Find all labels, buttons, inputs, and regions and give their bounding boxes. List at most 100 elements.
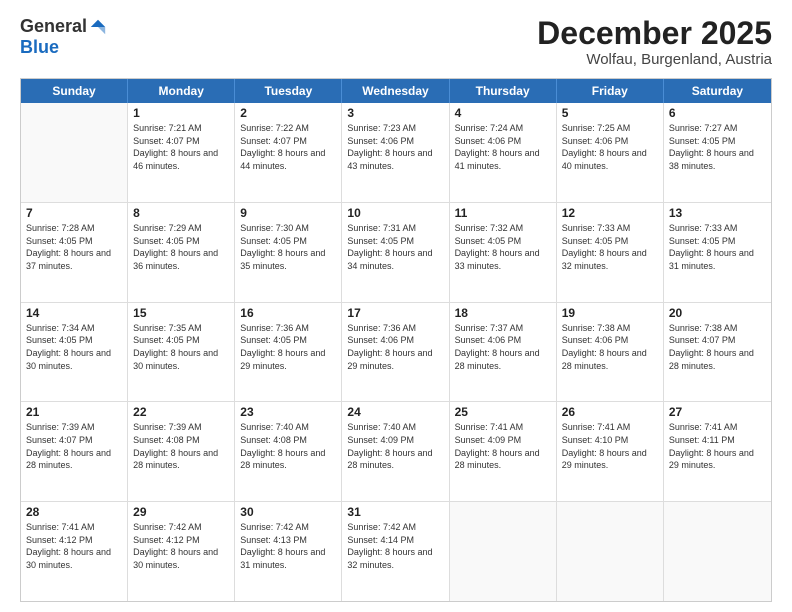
day-info: Sunrise: 7:31 AMSunset: 4:05 PMDaylight:… [347, 222, 443, 272]
calendar-cell: 5 Sunrise: 7:25 AMSunset: 4:06 PMDaylight… [557, 103, 664, 202]
main-container: General Blue December 2025 Wolfau, Burge… [0, 0, 792, 612]
day-number: 19 [562, 306, 658, 320]
calendar-cell [450, 502, 557, 601]
header-day-monday: Monday [128, 79, 235, 103]
day-number: 10 [347, 206, 443, 220]
calendar-row-3: 14 Sunrise: 7:34 AMSunset: 4:05 PMDayligh… [21, 303, 771, 403]
day-info: Sunrise: 7:32 AMSunset: 4:05 PMDaylight:… [455, 222, 551, 272]
day-number: 3 [347, 106, 443, 120]
day-number: 7 [26, 206, 122, 220]
day-info: Sunrise: 7:37 AMSunset: 4:06 PMDaylight:… [455, 322, 551, 372]
logo-icon [89, 18, 107, 36]
day-number: 12 [562, 206, 658, 220]
day-number: 14 [26, 306, 122, 320]
day-info: Sunrise: 7:30 AMSunset: 4:05 PMDaylight:… [240, 222, 336, 272]
calendar-cell: 24Sunrise: 7:40 AMSunset: 4:09 PMDayligh… [342, 402, 449, 501]
day-number: 23 [240, 405, 336, 419]
calendar-cell: 29 Sunrise: 7:42 AMSunset: 4:12 PMDayligh… [128, 502, 235, 601]
day-number: 25 [455, 405, 551, 419]
day-number: 20 [669, 306, 766, 320]
calendar-cell: 31Sunrise: 7:42 AMSunset: 4:14 PMDayligh… [342, 502, 449, 601]
calendar-header: SundayMondayTuesdayWednesdayThursdayFrid… [21, 79, 771, 103]
calendar-row-5: 28 Sunrise: 7:41 AMSunset: 4:12 PMDayligh… [21, 502, 771, 601]
calendar-cell: 23 Sunrise: 7:40 AMSunset: 4:08 PMDayligh… [235, 402, 342, 501]
day-number: 13 [669, 206, 766, 220]
day-info: Sunrise: 7:35 AMSunset: 4:05 PMDaylight:… [133, 322, 229, 372]
calendar-cell: 8 Sunrise: 7:29 AMSunset: 4:05 PMDaylight… [128, 203, 235, 302]
day-info: Sunrise: 7:38 AMSunset: 4:06 PMDaylight:… [562, 322, 658, 372]
calendar: SundayMondayTuesdayWednesdayThursdayFrid… [20, 78, 772, 602]
header-day-thursday: Thursday [450, 79, 557, 103]
calendar-cell: 3 Sunrise: 7:23 AMSunset: 4:06 PMDaylight… [342, 103, 449, 202]
day-info: Sunrise: 7:21 AMSunset: 4:07 PMDaylight:… [133, 122, 229, 172]
day-info: Sunrise: 7:38 AMSunset: 4:07 PMDaylight:… [669, 322, 766, 372]
day-number: 28 [26, 505, 122, 519]
calendar-cell: 19 Sunrise: 7:38 AMSunset: 4:06 PMDayligh… [557, 303, 664, 402]
logo: General Blue [20, 16, 107, 58]
calendar-cell: 1Sunrise: 7:21 AMSunset: 4:07 PMDaylight… [128, 103, 235, 202]
calendar-body: 1Sunrise: 7:21 AMSunset: 4:07 PMDaylight… [21, 103, 771, 601]
calendar-cell: 9Sunrise: 7:30 AMSunset: 4:05 PMDaylight… [235, 203, 342, 302]
day-info: Sunrise: 7:34 AMSunset: 4:05 PMDaylight:… [26, 322, 122, 372]
calendar-cell: 12 Sunrise: 7:33 AMSunset: 4:05 PMDayligh… [557, 203, 664, 302]
day-info: Sunrise: 7:22 AMSunset: 4:07 PMDaylight:… [240, 122, 336, 172]
header-day-tuesday: Tuesday [235, 79, 342, 103]
month-title: December 2025 [537, 16, 772, 51]
calendar-cell: 6 Sunrise: 7:27 AMSunset: 4:05 PMDaylight… [664, 103, 771, 202]
location: Wolfau, Burgenland, Austria [537, 51, 772, 68]
day-number: 17 [347, 306, 443, 320]
day-info: Sunrise: 7:39 AMSunset: 4:08 PMDaylight:… [133, 421, 229, 471]
day-number: 29 [133, 505, 229, 519]
day-number: 27 [669, 405, 766, 419]
calendar-row-2: 7 Sunrise: 7:28 AMSunset: 4:05 PMDaylight… [21, 203, 771, 303]
header-day-friday: Friday [557, 79, 664, 103]
day-info: Sunrise: 7:36 AMSunset: 4:06 PMDaylight:… [347, 322, 443, 372]
calendar-cell: 2 Sunrise: 7:22 AMSunset: 4:07 PMDaylight… [235, 103, 342, 202]
day-info: Sunrise: 7:33 AMSunset: 4:05 PMDaylight:… [669, 222, 766, 272]
day-info: Sunrise: 7:24 AMSunset: 4:06 PMDaylight:… [455, 122, 551, 172]
calendar-cell: 7 Sunrise: 7:28 AMSunset: 4:05 PMDaylight… [21, 203, 128, 302]
day-number: 8 [133, 206, 229, 220]
day-number: 26 [562, 405, 658, 419]
day-number: 30 [240, 505, 336, 519]
calendar-cell: 18 Sunrise: 7:37 AMSunset: 4:06 PMDayligh… [450, 303, 557, 402]
day-info: Sunrise: 7:41 AMSunset: 4:11 PMDaylight:… [669, 421, 766, 471]
day-number: 5 [562, 106, 658, 120]
day-number: 11 [455, 206, 551, 220]
calendar-cell: 15 Sunrise: 7:35 AMSunset: 4:05 PMDayligh… [128, 303, 235, 402]
header: General Blue December 2025 Wolfau, Burge… [20, 16, 772, 68]
header-day-wednesday: Wednesday [342, 79, 449, 103]
calendar-cell: 30Sunrise: 7:42 AMSunset: 4:13 PMDayligh… [235, 502, 342, 601]
calendar-cell: 26 Sunrise: 7:41 AMSunset: 4:10 PMDayligh… [557, 402, 664, 501]
day-number: 2 [240, 106, 336, 120]
day-info: Sunrise: 7:28 AMSunset: 4:05 PMDaylight:… [26, 222, 122, 272]
calendar-cell: 17 Sunrise: 7:36 AMSunset: 4:06 PMDayligh… [342, 303, 449, 402]
logo-general-text: General [20, 16, 87, 37]
day-info: Sunrise: 7:33 AMSunset: 4:05 PMDaylight:… [562, 222, 658, 272]
day-number: 18 [455, 306, 551, 320]
day-number: 24 [347, 405, 443, 419]
calendar-cell: 14 Sunrise: 7:34 AMSunset: 4:05 PMDayligh… [21, 303, 128, 402]
day-info: Sunrise: 7:27 AMSunset: 4:05 PMDaylight:… [669, 122, 766, 172]
calendar-cell: 20 Sunrise: 7:38 AMSunset: 4:07 PMDayligh… [664, 303, 771, 402]
day-number: 15 [133, 306, 229, 320]
day-info: Sunrise: 7:23 AMSunset: 4:06 PMDaylight:… [347, 122, 443, 172]
calendar-cell: 4Sunrise: 7:24 AMSunset: 4:06 PMDaylight… [450, 103, 557, 202]
day-info: Sunrise: 7:29 AMSunset: 4:05 PMDaylight:… [133, 222, 229, 272]
day-info: Sunrise: 7:41 AMSunset: 4:12 PMDaylight:… [26, 521, 122, 571]
header-day-saturday: Saturday [664, 79, 771, 103]
calendar-cell: 13 Sunrise: 7:33 AMSunset: 4:05 PMDayligh… [664, 203, 771, 302]
day-info: Sunrise: 7:25 AMSunset: 4:06 PMDaylight:… [562, 122, 658, 172]
day-info: Sunrise: 7:41 AMSunset: 4:10 PMDaylight:… [562, 421, 658, 471]
calendar-row-1: 1Sunrise: 7:21 AMSunset: 4:07 PMDaylight… [21, 103, 771, 203]
day-info: Sunrise: 7:42 AMSunset: 4:12 PMDaylight:… [133, 521, 229, 571]
day-number: 22 [133, 405, 229, 419]
day-info: Sunrise: 7:41 AMSunset: 4:09 PMDaylight:… [455, 421, 551, 471]
day-number: 31 [347, 505, 443, 519]
calendar-cell: 16Sunrise: 7:36 AMSunset: 4:05 PMDayligh… [235, 303, 342, 402]
calendar-cell [21, 103, 128, 202]
day-number: 6 [669, 106, 766, 120]
day-info: Sunrise: 7:39 AMSunset: 4:07 PMDaylight:… [26, 421, 122, 471]
day-info: Sunrise: 7:40 AMSunset: 4:08 PMDaylight:… [240, 421, 336, 471]
header-day-sunday: Sunday [21, 79, 128, 103]
